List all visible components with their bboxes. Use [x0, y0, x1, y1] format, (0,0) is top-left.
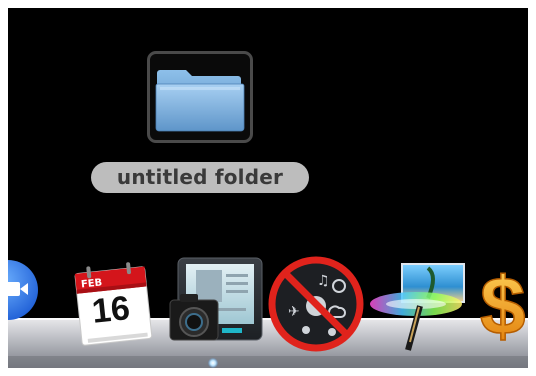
- facetime-icon[interactable]: [8, 260, 42, 320]
- ical-day: 16: [90, 289, 132, 331]
- dollar-icon[interactable]: $: [478, 256, 528, 352]
- running-indicator: [208, 358, 218, 368]
- folder-name-label[interactable]: untitled folder: [91, 162, 309, 193]
- folder-selection-frame[interactable]: [147, 51, 253, 143]
- photo-booth-icon[interactable]: [166, 252, 266, 352]
- dashboard-icon[interactable]: ♫ ✈: [266, 254, 366, 354]
- desktop: untitled folder FEB 16 ♫ ✈ $: [8, 8, 528, 368]
- svg-text:$: $: [480, 261, 526, 352]
- svg-text:✈: ✈: [288, 304, 300, 320]
- front-row-icon[interactable]: [368, 258, 468, 354]
- svg-text:♫: ♫: [317, 273, 330, 289]
- folder-icon[interactable]: [150, 54, 250, 140]
